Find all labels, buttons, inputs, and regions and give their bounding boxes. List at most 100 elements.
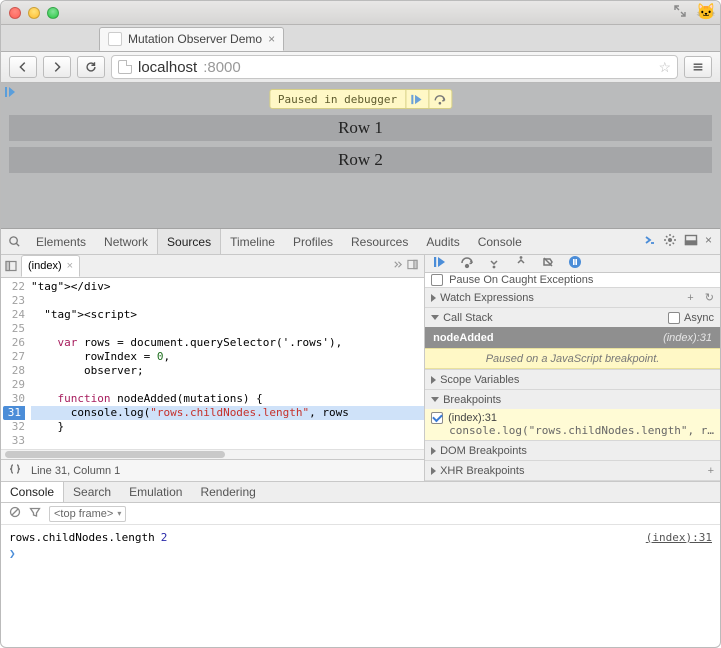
tab-console[interactable]: Console [469,229,531,254]
add-watch-icon[interactable]: + [687,292,693,304]
tab-network[interactable]: Network [95,229,157,254]
resume-overlay-icon[interactable] [4,86,16,101]
pause-on-caught-row[interactable]: Pause On Caught Exceptions [425,273,720,288]
browser-tab[interactable]: Mutation Observer Demo × [99,27,284,51]
tab-resources[interactable]: Resources [342,229,417,254]
scope-header[interactable]: Scope Variables [425,370,720,389]
drawer-tab-emulation[interactable]: Emulation [120,482,191,502]
zoom-window-button[interactable] [47,7,59,19]
call-stack-section: Call StackAsync nodeAdded (index):31 Pau… [425,308,720,370]
history-nav-icon[interactable] [392,259,403,273]
console-output[interactable]: rows.childNodes.length 2 (index):31 ❯ [1,525,720,565]
chevron-right-icon [431,467,436,475]
pretty-print-icon[interactable] [9,463,21,478]
tab-timeline[interactable]: Timeline [221,229,284,254]
code-lines: "tag"></div> "tag"><script> var rows = d… [29,278,424,449]
devtools-tabs: Elements Network Sources Timeline Profil… [1,229,720,255]
horizontal-scrollbar[interactable] [1,449,424,459]
browser-tab-strip: Mutation Observer Demo × [1,25,720,52]
file-tab-label: (index) [28,260,62,272]
resume-icon[interactable] [406,93,428,106]
frame-selector[interactable]: <top frame> ▾ [49,506,126,522]
step-out-button[interactable] [514,255,528,272]
show-debugger-icon[interactable] [407,259,418,273]
chevron-down-icon [431,397,439,402]
chevron-right-icon [431,376,436,384]
drawer-tab-search[interactable]: Search [64,482,120,502]
dock-icon[interactable] [684,233,698,250]
call-stack-frame[interactable]: nodeAdded (index):31 [425,327,720,348]
close-file-tab-icon[interactable]: × [67,260,73,272]
breakpoint-label: (index):31 [448,412,497,424]
console-prompt[interactable]: ❯ [9,545,712,561]
frame-selector-label: <top frame> [54,508,113,520]
tab-favicon [108,32,122,46]
refresh-watch-icon[interactable]: ↻ [705,291,714,304]
traffic-lights [9,7,59,19]
watch-section: Watch Expressions+ ↻ [425,288,720,308]
resume-button[interactable] [433,255,447,272]
close-tab-icon[interactable]: × [268,32,275,46]
omnibox-path: :8000 [203,59,241,76]
toggle-drawer-icon[interactable] [642,233,656,250]
filter-icon[interactable] [29,506,41,521]
deactivate-breakpoints-button[interactable] [541,255,555,272]
async-checkbox[interactable] [668,312,680,324]
page-icon [118,60,132,74]
back-button[interactable] [9,56,37,78]
step-over-button[interactable] [460,255,474,272]
chevron-down-icon [431,315,439,320]
menu-button[interactable] [684,56,712,78]
step-into-button[interactable] [487,255,501,272]
tab-elements[interactable]: Elements [27,229,95,254]
pause-on-caught-checkbox[interactable] [431,274,443,286]
call-stack-header[interactable]: Call StackAsync [425,308,720,327]
minimize-window-button[interactable] [28,7,40,19]
drawer-tab-console[interactable]: Console [1,482,64,502]
dom-breakpoints-header[interactable]: DOM Breakpoints [425,441,720,460]
show-navigator-icon[interactable] [1,260,21,272]
drawer-tab-rendering[interactable]: Rendering [191,482,264,502]
bookmark-star-icon[interactable]: ☆ [658,59,671,76]
watch-header[interactable]: Watch Expressions+ ↻ [425,288,720,307]
clear-console-icon[interactable] [9,506,21,521]
tab-sources[interactable]: Sources [157,229,221,254]
reload-button[interactable] [77,56,105,78]
tab-audits[interactable]: Audits [417,229,468,254]
tab-title: Mutation Observer Demo [128,32,262,46]
paused-badge: Paused in debugger [269,89,452,109]
add-xhr-bp-icon[interactable]: + [708,465,714,477]
breakpoint-item[interactable]: (index):31 console.log("rows.childNodes.… [425,409,720,440]
file-tab-index[interactable]: (index) × [21,255,80,277]
paused-badge-text: Paused in debugger [270,93,405,106]
breakpoints-section: Breakpoints (index):31 console.log("rows… [425,390,720,441]
forward-button[interactable] [43,56,71,78]
chevron-down-icon: ▾ [117,509,121,518]
breakpoint-preview: console.log("rows.childNodes.length", r… [431,424,714,437]
close-window-button[interactable] [9,7,21,19]
paused-reason: Paused on a JavaScript breakpoint. [425,348,720,369]
inspect-icon[interactable] [1,235,27,248]
browser-toolbar: localhost :8000 ☆ [1,52,720,83]
close-devtools-icon[interactable]: × [705,233,712,250]
chevron-right-icon [431,447,436,455]
sources-panel: (index) × 222324252627282930313233343536… [1,255,720,481]
xhr-breakpoints-header[interactable]: XHR Breakpoints+ [425,461,720,480]
chevron-right-icon [431,294,436,302]
file-tabs: (index) × [1,255,424,278]
breakpoints-header[interactable]: Breakpoints [425,390,720,409]
tab-profiles[interactable]: Profiles [284,229,342,254]
pause-exceptions-button[interactable] [568,255,582,272]
log-value: 2 [161,531,168,544]
expand-icon[interactable] [672,3,688,22]
cursor-position: Line 31, Column 1 [31,465,120,477]
omnibox-host: localhost [138,59,197,76]
log-location[interactable]: (index):31 [646,531,712,544]
code-editor[interactable]: 22232425262728293031323334353637 "tag"><… [1,278,424,449]
console-log-row: rows.childNodes.length 2 (index):31 [9,529,712,545]
breakpoint-checkbox[interactable] [431,412,443,424]
step-over-icon[interactable] [429,93,451,106]
console-toolbar: <top frame> ▾ [1,503,720,525]
settings-icon[interactable] [663,233,677,250]
omnibox[interactable]: localhost :8000 ☆ [111,55,678,79]
